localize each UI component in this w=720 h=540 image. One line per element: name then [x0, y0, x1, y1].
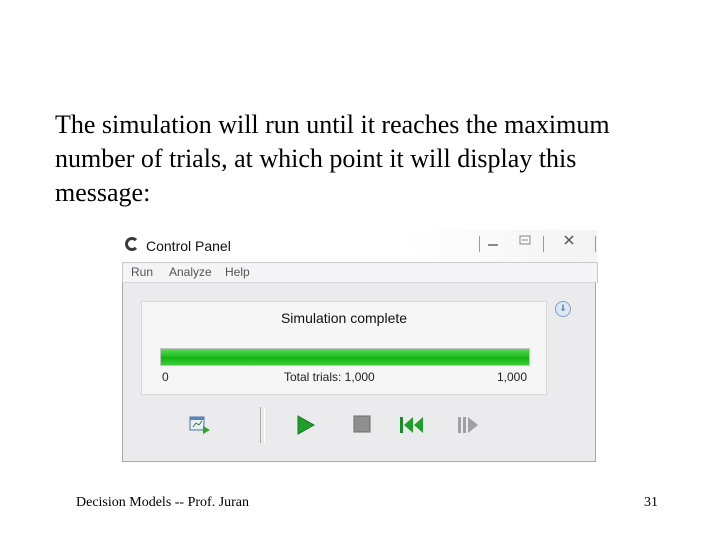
title-bar[interactable]: Control Panel — [122, 230, 597, 262]
status-message: Simulation complete — [280, 310, 408, 326]
control-separator — [595, 236, 596, 252]
progress-bar — [160, 348, 530, 366]
progress-max-label: 1,000 — [497, 370, 528, 384]
app-icon — [125, 237, 139, 251]
menu-help[interactable]: Help — [225, 265, 250, 279]
close-icon[interactable] — [559, 232, 579, 254]
client-area: Simulation complete 0 Total trials: 1,00… — [122, 282, 596, 462]
toolbar-divider — [260, 407, 265, 443]
footer-course: Decision Models -- Prof. Juran — [76, 495, 250, 510]
expand-chevron-icon[interactable]: ⇓ — [555, 301, 571, 317]
run-icon[interactable] — [295, 415, 316, 440]
window-title: Control Panel — [146, 238, 231, 254]
restore-icon[interactable] — [515, 232, 535, 254]
page-number: 31 — [644, 495, 658, 510]
slide-body-text: The simulation will run until it reaches… — [55, 110, 610, 207]
step-icon[interactable] — [457, 415, 479, 440]
status-panel: Simulation complete 0 Total trials: 1,00… — [141, 301, 547, 395]
total-trials-label: Total trials: 1,000 — [284, 370, 375, 384]
progress-min-label: 0 — [162, 370, 169, 384]
toolbar — [123, 401, 595, 451]
stop-icon[interactable] — [353, 415, 371, 438]
progress-fill — [161, 349, 529, 365]
menu-analyze[interactable]: Analyze — [169, 265, 212, 279]
control-separator — [479, 236, 480, 252]
control-separator — [543, 236, 544, 252]
menu-bar: Run Analyze Help — [122, 262, 598, 283]
control-panel-window: Control Panel Run Analyze Help Simulatio… — [122, 230, 598, 462]
reset-icon[interactable] — [399, 415, 425, 440]
window-controls — [477, 232, 597, 254]
menu-run[interactable]: Run — [131, 265, 153, 279]
chart-window-icon[interactable] — [189, 415, 211, 440]
minimize-icon[interactable] — [483, 232, 503, 254]
